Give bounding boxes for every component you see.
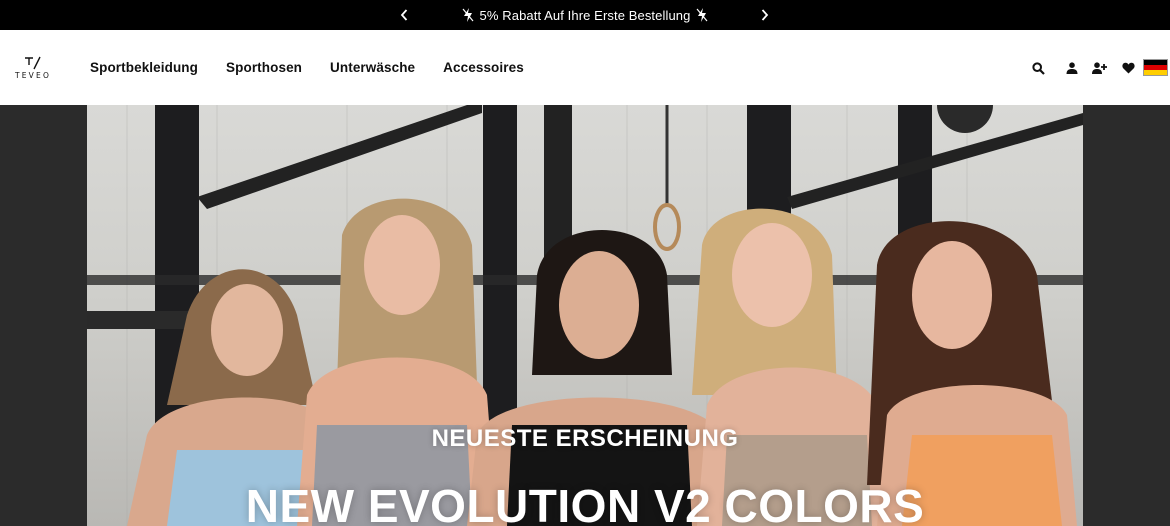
brand-logo[interactable]: TEVEO xyxy=(10,56,56,82)
brand-name: TEVEO xyxy=(14,71,52,80)
flag-stripe-gold xyxy=(1144,69,1167,75)
nav-item-unterwaesche[interactable]: Unterwäsche xyxy=(330,60,415,75)
nav-item-sportbekleidung[interactable]: Sportbekleidung xyxy=(90,60,198,75)
announcement-text: 5% Rabatt Auf Ihre Erste Bestellung xyxy=(479,7,691,23)
hero-headline: NEW EVOLUTION V2 COLORS xyxy=(245,480,925,526)
announcement-message[interactable]: 5% Rabatt Auf Ihre Erste Bestellung xyxy=(462,8,709,23)
account-button[interactable] xyxy=(1064,60,1080,76)
main-nav: Sportbekleidung Sporthosen Unterwäsche A… xyxy=(90,30,524,105)
account-icon xyxy=(1066,62,1078,74)
nav-item-sporthosen[interactable]: Sporthosen xyxy=(226,60,302,75)
announcement-prev-button[interactable] xyxy=(396,6,412,24)
wishlist-button[interactable] xyxy=(1120,60,1136,76)
logo-mark-icon xyxy=(25,56,41,70)
site-header: TEVEO Sportbekleidung Sporthosen Unterwä… xyxy=(0,30,1170,105)
hero-section: NEUESTE ERSCHEINUNG NEW EVOLUTION V2 COL… xyxy=(0,105,1170,526)
hero-banner[interactable]: NEUESTE ERSCHEINUNG NEW EVOLUTION V2 COL… xyxy=(87,105,1083,526)
lightning-bolt-icon xyxy=(696,8,708,22)
heart-icon xyxy=(1121,62,1135,74)
chevron-left-icon xyxy=(400,9,408,21)
nav-item-accessoires[interactable]: Accessoires xyxy=(443,60,524,75)
hero-image xyxy=(87,105,1083,526)
add-user-icon xyxy=(1091,62,1107,74)
search-icon xyxy=(1031,61,1045,75)
register-button[interactable] xyxy=(1091,60,1107,76)
search-button[interactable] xyxy=(1030,60,1046,76)
lightning-bolt-icon xyxy=(462,8,474,22)
germany-flag-icon[interactable] xyxy=(1143,59,1168,76)
hero-eyebrow: NEUESTE ERSCHEINUNG xyxy=(431,425,739,452)
announcement-next-button[interactable] xyxy=(757,6,773,24)
announcement-bar: 5% Rabatt Auf Ihre Erste Bestellung xyxy=(0,0,1170,30)
chevron-right-icon xyxy=(761,9,769,21)
